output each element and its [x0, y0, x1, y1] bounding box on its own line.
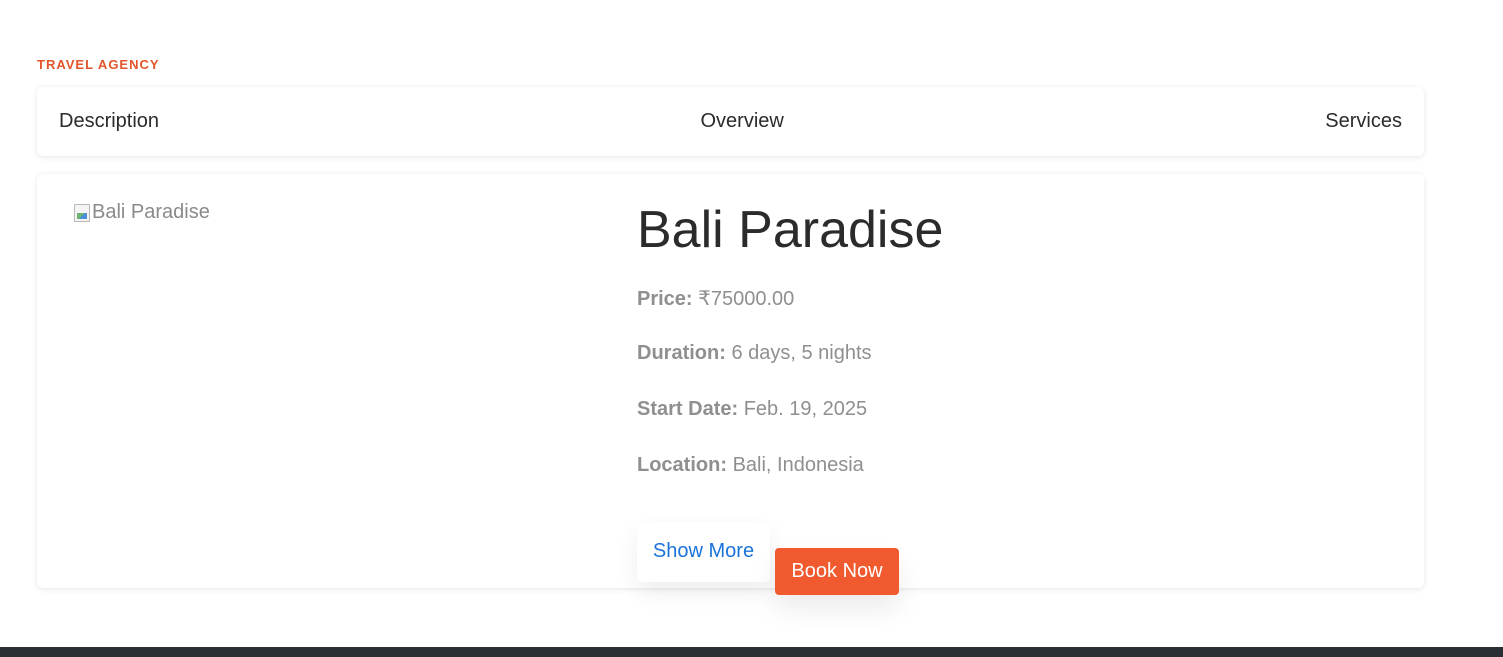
tab-description[interactable]: Description: [59, 110, 159, 133]
price-label: Price:: [637, 288, 693, 310]
duration-label: Duration:: [637, 342, 726, 364]
page: TRAVEL AGENCY Description Overview Servi…: [0, 0, 1503, 657]
location-label: Location:: [637, 454, 727, 476]
start-date-row: Start Date: Feb. 19, 2025: [637, 398, 867, 421]
location-row: Location: Bali, Indonesia: [637, 454, 864, 477]
tab-services[interactable]: Services: [1325, 110, 1402, 133]
section-eyebrow: TRAVEL AGENCY: [37, 57, 160, 72]
price-value: ₹75000.00: [698, 288, 795, 310]
book-now-button[interactable]: Book Now: [775, 548, 899, 595]
start-date-label: Start Date:: [637, 398, 739, 420]
duration-value: 6 days, 5 nights: [731, 342, 872, 364]
show-more-button[interactable]: Show More: [637, 522, 770, 582]
tab-bar: Description Overview Services: [37, 87, 1424, 156]
broken-image-icon: [74, 203, 90, 222]
package-info: Bali Paradise Price: ₹75000.00 Duration:…: [637, 200, 944, 595]
package-image-alt-text: Bali Paradise: [92, 201, 210, 223]
package-title: Bali Paradise: [637, 201, 944, 259]
package-image: Bali Paradise: [74, 201, 210, 224]
location-value: Bali, Indonesia: [732, 454, 864, 476]
duration-row: Duration: 6 days, 5 nights: [637, 342, 872, 365]
package-card: Bali Paradise Bali Paradise Price: ₹7500…: [37, 174, 1424, 595]
price-row: Price: ₹75000.00: [637, 286, 794, 311]
start-date-value: Feb. 19, 2025: [743, 398, 868, 420]
footer: [0, 647, 1503, 657]
tab-overview[interactable]: Overview: [700, 110, 783, 133]
